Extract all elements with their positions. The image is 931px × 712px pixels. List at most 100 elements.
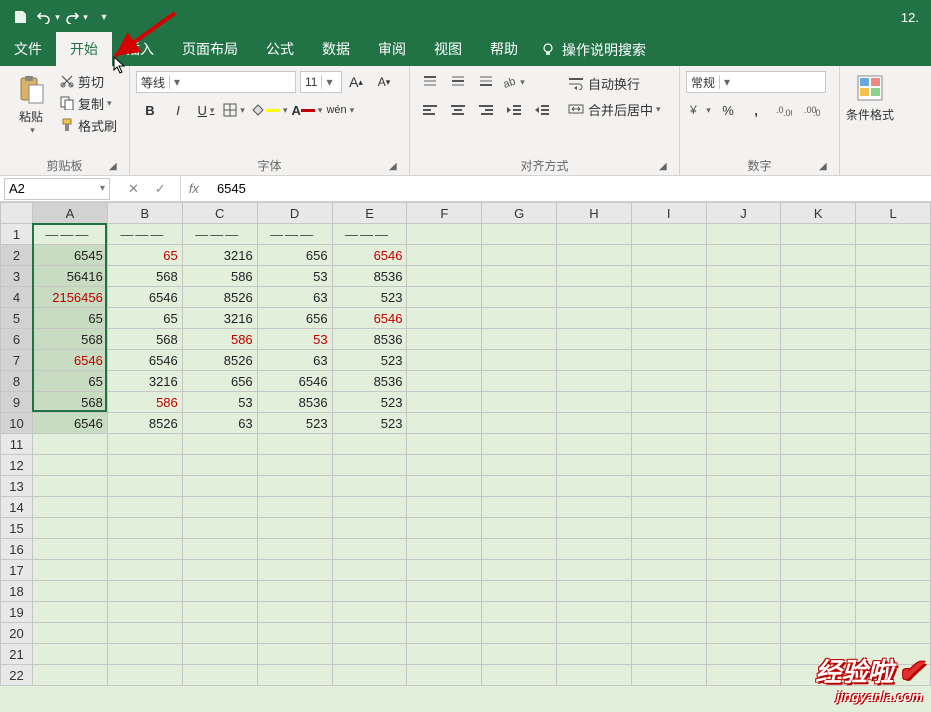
cell[interactable] bbox=[781, 245, 856, 266]
cell[interactable] bbox=[257, 602, 332, 623]
cell[interactable]: 6546 bbox=[257, 371, 332, 392]
format-painter-button[interactable]: 格式刷 bbox=[60, 114, 117, 136]
cell[interactable] bbox=[706, 665, 781, 686]
cell[interactable] bbox=[557, 308, 632, 329]
cell[interactable] bbox=[182, 497, 257, 518]
align-top-icon[interactable] bbox=[418, 70, 442, 94]
cell[interactable] bbox=[182, 560, 257, 581]
column-header[interactable]: I bbox=[631, 203, 706, 224]
cell[interactable]: 568 bbox=[107, 266, 182, 287]
cell[interactable] bbox=[856, 266, 931, 287]
cell[interactable] bbox=[257, 455, 332, 476]
row-header[interactable]: 2 bbox=[1, 245, 33, 266]
cell[interactable] bbox=[257, 434, 332, 455]
cell[interactable] bbox=[856, 455, 931, 476]
column-header[interactable]: G bbox=[482, 203, 557, 224]
cell[interactable]: 6546 bbox=[32, 413, 107, 434]
cell[interactable]: 568 bbox=[107, 329, 182, 350]
cell[interactable] bbox=[482, 455, 557, 476]
conditional-formatting-button[interactable]: 条件格式 bbox=[846, 68, 894, 123]
cell[interactable] bbox=[631, 644, 706, 665]
cell[interactable] bbox=[856, 539, 931, 560]
cell[interactable] bbox=[107, 434, 182, 455]
cell[interactable] bbox=[781, 539, 856, 560]
cell[interactable] bbox=[557, 224, 632, 245]
align-right-icon[interactable] bbox=[474, 98, 498, 122]
cell[interactable] bbox=[182, 518, 257, 539]
cell[interactable]: 656 bbox=[257, 308, 332, 329]
dialog-launcher-icon[interactable]: ◢ bbox=[819, 161, 831, 173]
cell[interactable] bbox=[482, 371, 557, 392]
cell[interactable] bbox=[781, 602, 856, 623]
cell[interactable]: 586 bbox=[107, 392, 182, 413]
cell[interactable] bbox=[856, 224, 931, 245]
cell[interactable] bbox=[407, 644, 482, 665]
cell[interactable] bbox=[781, 560, 856, 581]
cell[interactable]: 53 bbox=[257, 329, 332, 350]
cell[interactable] bbox=[407, 665, 482, 686]
cell[interactable] bbox=[107, 602, 182, 623]
enter-icon[interactable]: ✓ bbox=[155, 181, 166, 197]
cell[interactable] bbox=[706, 623, 781, 644]
cell[interactable]: 8536 bbox=[332, 371, 407, 392]
cell[interactable]: 2156456 bbox=[32, 287, 107, 308]
cell[interactable] bbox=[407, 476, 482, 497]
cell[interactable] bbox=[706, 329, 781, 350]
cell[interactable] bbox=[706, 518, 781, 539]
cell[interactable] bbox=[332, 602, 407, 623]
cell[interactable] bbox=[781, 350, 856, 371]
cell[interactable] bbox=[257, 539, 332, 560]
cell[interactable] bbox=[107, 665, 182, 686]
cell[interactable] bbox=[631, 455, 706, 476]
cell[interactable] bbox=[407, 350, 482, 371]
cell[interactable]: 8536 bbox=[332, 329, 407, 350]
cell[interactable] bbox=[781, 371, 856, 392]
cell[interactable] bbox=[856, 245, 931, 266]
cell[interactable]: 63 bbox=[257, 350, 332, 371]
fill-color-button[interactable]: ▾ bbox=[250, 98, 288, 122]
cell[interactable] bbox=[107, 581, 182, 602]
cell[interactable] bbox=[332, 539, 407, 560]
cell[interactable] bbox=[706, 539, 781, 560]
cell[interactable]: 3216 bbox=[107, 371, 182, 392]
fx-icon[interactable]: fx bbox=[189, 181, 199, 196]
cell[interactable] bbox=[557, 350, 632, 371]
cell[interactable] bbox=[482, 245, 557, 266]
cell[interactable]: 53 bbox=[182, 392, 257, 413]
cell[interactable] bbox=[407, 602, 482, 623]
font-color-button[interactable]: A▾ bbox=[292, 98, 323, 122]
row-header[interactable]: 12 bbox=[1, 455, 33, 476]
cell[interactable] bbox=[32, 602, 107, 623]
cell[interactable] bbox=[182, 434, 257, 455]
cell[interactable] bbox=[781, 224, 856, 245]
cell[interactable] bbox=[706, 266, 781, 287]
cell[interactable] bbox=[182, 539, 257, 560]
cell[interactable] bbox=[407, 623, 482, 644]
cell[interactable] bbox=[781, 434, 856, 455]
cell[interactable] bbox=[332, 434, 407, 455]
cell[interactable] bbox=[557, 329, 632, 350]
cell[interactable] bbox=[482, 623, 557, 644]
cell[interactable] bbox=[557, 434, 632, 455]
cell[interactable]: 6546 bbox=[332, 308, 407, 329]
decrease-indent-icon[interactable] bbox=[502, 98, 526, 122]
cell[interactable] bbox=[781, 455, 856, 476]
cell[interactable]: 56416 bbox=[32, 266, 107, 287]
cell[interactable] bbox=[407, 371, 482, 392]
cell[interactable] bbox=[557, 518, 632, 539]
cell[interactable] bbox=[407, 434, 482, 455]
align-left-icon[interactable] bbox=[418, 98, 442, 122]
cell[interactable]: 63 bbox=[257, 287, 332, 308]
cell[interactable]: 8526 bbox=[182, 287, 257, 308]
cell[interactable] bbox=[557, 371, 632, 392]
cell[interactable] bbox=[32, 581, 107, 602]
cell[interactable]: 586 bbox=[182, 266, 257, 287]
borders-button[interactable]: ▾ bbox=[222, 98, 246, 122]
cell[interactable] bbox=[856, 392, 931, 413]
cell[interactable] bbox=[482, 224, 557, 245]
cell[interactable] bbox=[407, 224, 482, 245]
wrap-text-button[interactable]: 自动换行 bbox=[568, 72, 661, 94]
cell[interactable] bbox=[257, 644, 332, 665]
font-size-combo[interactable]: 11▾ bbox=[300, 71, 342, 93]
cell[interactable] bbox=[482, 602, 557, 623]
